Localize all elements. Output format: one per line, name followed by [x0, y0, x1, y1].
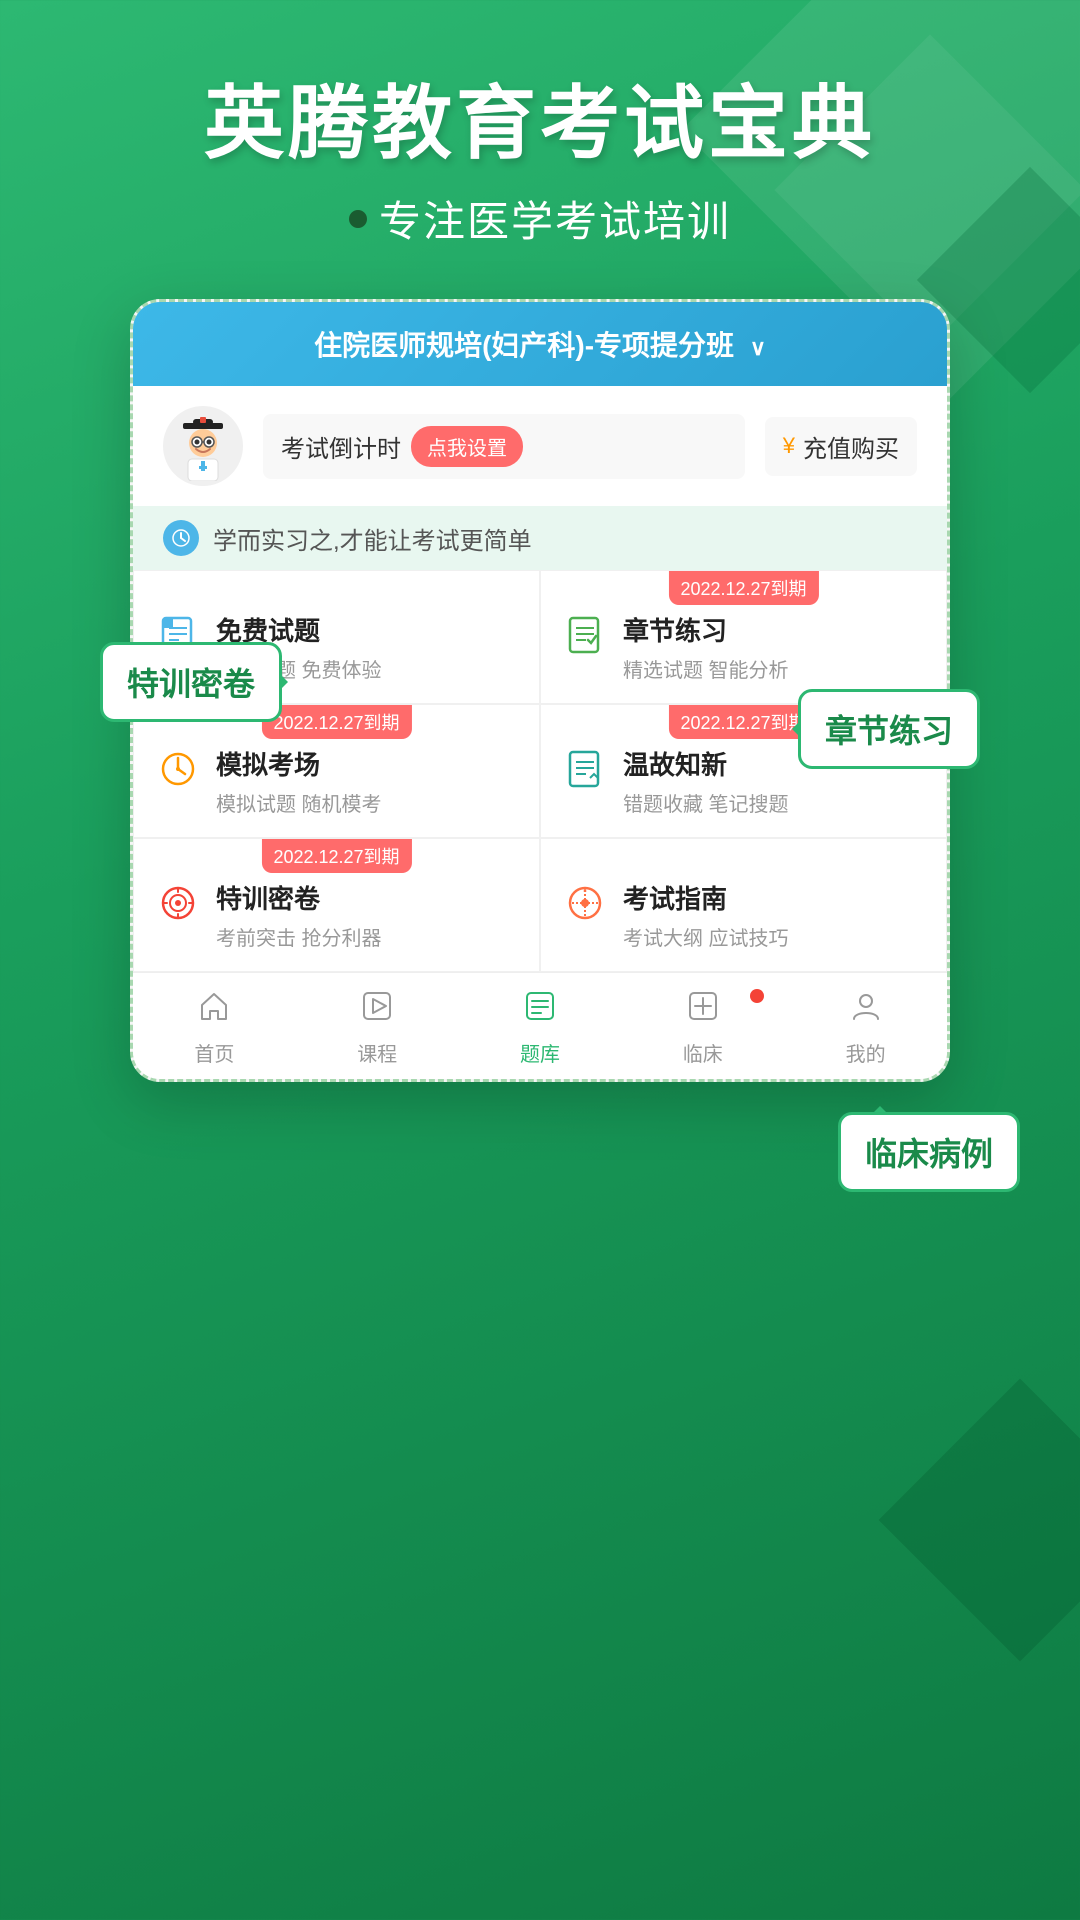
callout-chapter: 章节练习: [798, 689, 980, 769]
motto-bar: 学而实习之,才能让考试更简单: [133, 506, 947, 570]
countdown-set-button[interactable]: 点我设置: [411, 426, 523, 467]
exam-guide-icon: [561, 879, 609, 927]
questions-label: 题库: [520, 1038, 560, 1067]
clinical-icon: [686, 989, 720, 1032]
chapter-practice-icon: [561, 611, 609, 659]
menu-grid: 免费试题 精选好题 免费体验 2022.12.27到期: [133, 570, 947, 972]
dot-icon: [349, 210, 367, 228]
bottom-callout-section: 临床病例: [0, 1082, 1080, 1232]
money-icon: ¥: [783, 433, 795, 459]
course-icon: [360, 989, 394, 1032]
header-section: 英腾教育考试宝典 专注医学考试培训: [0, 0, 1080, 279]
special-badge: 2022.12.27到期: [261, 839, 411, 873]
nav-questions[interactable]: 题库: [459, 989, 622, 1067]
callout-clinical: 临床病例: [838, 1112, 1020, 1192]
nav-mine[interactable]: 我的: [784, 989, 947, 1067]
exam-guide-text: 考试指南 考试大纲 应试技巧: [623, 879, 789, 951]
countdown-label: 考试倒计时: [281, 429, 401, 464]
home-label: 首页: [194, 1038, 234, 1067]
questions-icon: [523, 989, 557, 1032]
recharge-button[interactable]: ¥ 充值购买: [765, 417, 917, 476]
clinical-label: 临床: [683, 1038, 723, 1067]
home-icon: [197, 989, 231, 1032]
nav-clinical[interactable]: 临床: [621, 989, 784, 1067]
mock-badge: 2022.12.27到期: [261, 705, 411, 739]
exam-countdown-section: 考试倒计时 点我设置: [263, 414, 745, 479]
menu-item-mock-exam[interactable]: 2022.12.27到期 模拟考场 模拟试题 随机模考: [134, 705, 539, 837]
mine-label: 我的: [846, 1038, 886, 1067]
review-icon: [561, 745, 609, 793]
special-exam-text: 特训密卷 考前突击 抢分利器: [216, 879, 382, 951]
course-title: 住院医师规培(妇产科)-专项提分班 ∨: [163, 324, 917, 364]
special-exam-icon: [154, 879, 202, 927]
dropdown-icon[interactable]: ∨: [750, 335, 766, 360]
course-label: 课程: [357, 1038, 397, 1067]
app-header-bar: 住院医师规培(妇产科)-专项提分班 ∨: [133, 302, 947, 386]
user-info-bar: 考试倒计时 点我设置 ¥ 充值购买: [133, 386, 947, 506]
menu-item-chapter-practice[interactable]: 2022.12.27到期 章节练习 精选试题 智能分析: [541, 571, 946, 703]
mine-icon: [849, 989, 883, 1032]
nav-home[interactable]: 首页: [133, 989, 296, 1067]
clinical-notification-dot: [750, 989, 764, 1003]
phone-mockup: 章节练习 特训密卷 住院医师规培(妇产科)-专项提分班 ∨: [130, 299, 950, 1082]
mock-exam-icon: [154, 745, 202, 793]
app-title: 英腾教育考试宝典: [60, 80, 1020, 168]
review-text: 温故知新 错题收藏 笔记搜题: [623, 745, 789, 817]
callout-special: 特训密卷: [100, 642, 282, 722]
mock-exam-text: 模拟考场 模拟试题 随机模考: [216, 745, 382, 817]
chapter-badge: 2022.12.27到期: [668, 571, 818, 605]
menu-item-exam-guide[interactable]: 考试指南 考试大纲 应试技巧: [541, 839, 946, 971]
chapter-practice-text: 章节练习 精选试题 智能分析: [623, 611, 789, 683]
nav-course[interactable]: 课程: [296, 989, 459, 1067]
clock-icon: [163, 520, 199, 556]
motto-text: 学而实习之,才能让考试更简单: [213, 521, 532, 556]
bottom-navigation: 首页 课程: [133, 972, 947, 1079]
app-subtitle: 专注医学考试培训: [60, 188, 1020, 249]
menu-item-special-exam[interactable]: 2022.12.27到期 特训: [134, 839, 539, 971]
avatar: [163, 406, 243, 486]
